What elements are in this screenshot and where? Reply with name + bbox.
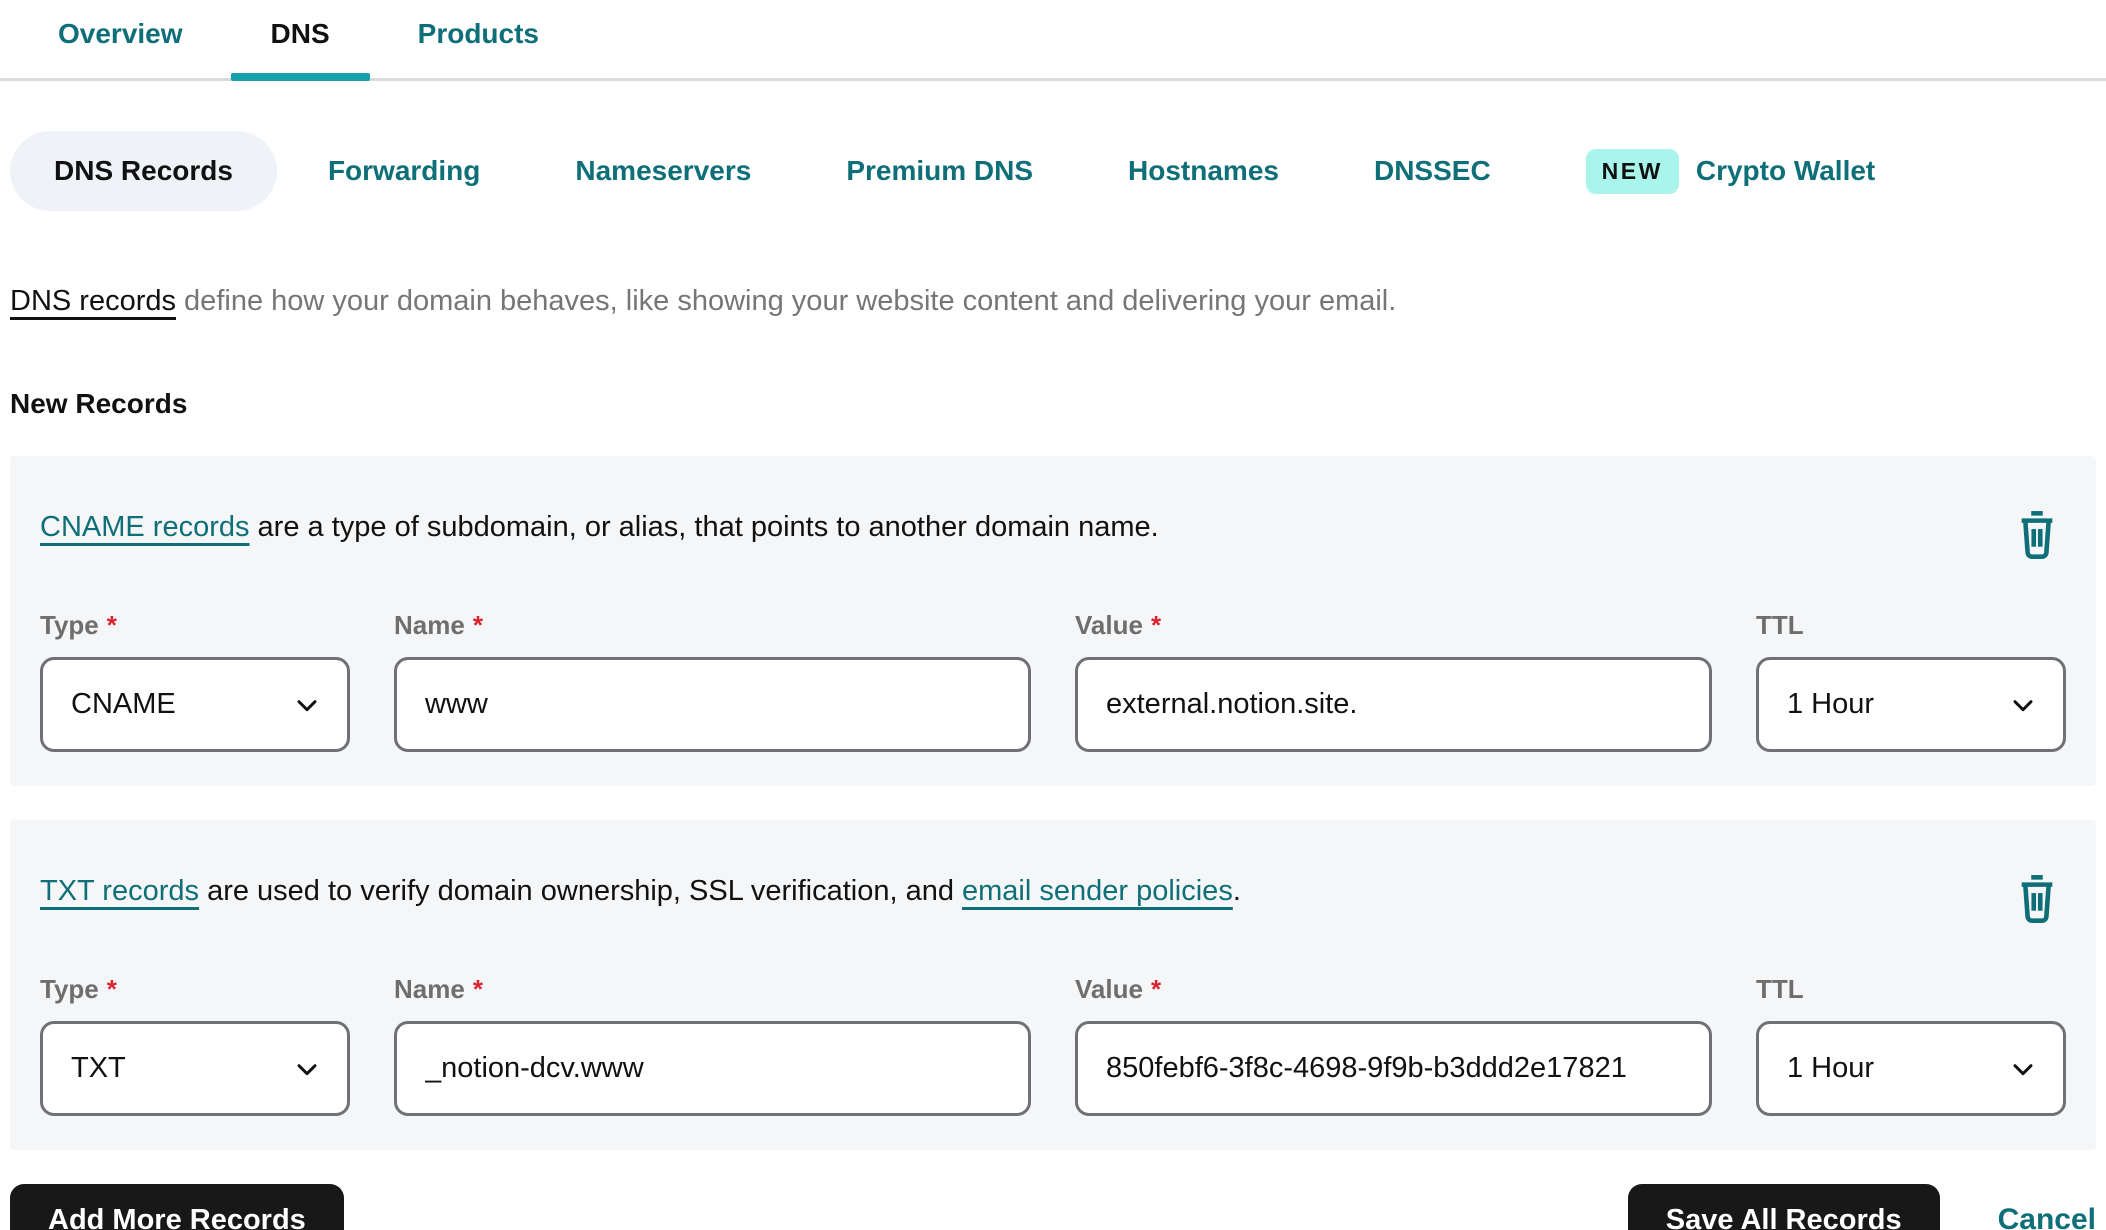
dns-intro-text: DNS records define how your domain behav… — [10, 285, 2106, 318]
chevron-down-icon — [2013, 699, 2033, 711]
cname-description: CNAME records are a type of subdomain, o… — [40, 506, 1159, 548]
type-select-value: CNAME — [71, 688, 176, 720]
chevron-down-icon — [2013, 1063, 2033, 1075]
subnav-item-nameservers[interactable]: Nameservers — [575, 155, 751, 187]
subnav-item-crypto-wallet[interactable]: NEW Crypto Wallet — [1585, 148, 1876, 194]
domain-tab-bar: Overview DNS Products — [0, 0, 2106, 81]
tab-overview[interactable]: Overview — [14, 0, 227, 78]
subnav-item-hostnames[interactable]: Hostnames — [1128, 155, 1279, 187]
cancel-button[interactable]: Cancel — [1998, 1203, 2096, 1230]
value-input[interactable] — [1075, 657, 1712, 752]
new-badge: NEW — [1585, 148, 1679, 194]
tab-products[interactable]: Products — [374, 0, 583, 78]
required-marker: * — [106, 610, 117, 640]
type-label: Type * — [40, 610, 117, 640]
ttl-select[interactable]: 1 Hour — [1756, 657, 2066, 752]
ttl-label: TTL — [1756, 610, 1804, 640]
form-actions: Add More Records Save All Records Cancel — [10, 1184, 2096, 1230]
subnav-item-dnssec[interactable]: DNSSEC — [1374, 155, 1491, 187]
record-card-txt: TXT records are used to verify domain ow… — [10, 820, 2096, 1150]
chevron-down-icon — [297, 699, 317, 711]
required-marker: * — [1150, 610, 1162, 640]
dns-subnav: DNS Records Forwarding Nameservers Premi… — [10, 131, 2106, 211]
subnav-item-premium-dns[interactable]: Premium DNS — [846, 155, 1033, 187]
add-more-records-button[interactable]: Add More Records — [10, 1184, 344, 1230]
required-marker: * — [1150, 974, 1162, 1004]
type-select-value: TXT — [71, 1052, 126, 1084]
ttl-select-value: 1 Hour — [1787, 688, 1875, 720]
type-select[interactable]: CNAME — [40, 657, 350, 752]
delete-record-button[interactable] — [2014, 872, 2060, 926]
trash-icon — [2021, 511, 2053, 559]
subnav-item-forwarding[interactable]: Forwarding — [328, 155, 480, 187]
ttl-select-value: 1 Hour — [1787, 1052, 1875, 1084]
value-input[interactable] — [1075, 1021, 1712, 1116]
email-sender-policies-link[interactable]: email sender policies — [962, 875, 1233, 907]
ttl-select[interactable]: 1 Hour — [1756, 1021, 2066, 1116]
name-label: Name * — [394, 610, 483, 640]
required-marker: * — [472, 974, 483, 1004]
name-input[interactable] — [394, 1021, 1031, 1116]
chevron-down-icon — [297, 1063, 317, 1075]
txt-description-text: are used to verify domain ownership, SSL… — [199, 875, 963, 907]
ttl-label: TTL — [1756, 974, 1804, 1004]
trash-icon — [2021, 875, 2053, 923]
cname-records-link[interactable]: CNAME records — [40, 511, 250, 543]
required-marker: * — [472, 610, 483, 640]
record-card-cname: CNAME records are a type of subdomain, o… — [10, 456, 2096, 786]
txt-description: TXT records are used to verify domain ow… — [40, 870, 1241, 912]
name-input[interactable] — [394, 657, 1031, 752]
save-all-records-button[interactable]: Save All Records — [1627, 1184, 1940, 1230]
delete-record-button[interactable] — [2014, 508, 2060, 562]
type-select[interactable]: TXT — [40, 1021, 350, 1116]
value-label: Value * — [1075, 974, 1162, 1004]
subnav-item-dns-records[interactable]: DNS Records — [10, 131, 277, 211]
value-label: Value * — [1075, 610, 1162, 640]
dns-records-help-link[interactable]: DNS records — [10, 285, 176, 317]
required-marker: * — [106, 974, 117, 1004]
dns-intro-rest: define how your domain behaves, like sho… — [176, 285, 1397, 317]
type-label: Type * — [40, 974, 117, 1004]
name-label: Name * — [394, 974, 483, 1004]
txt-description-period: . — [1232, 875, 1241, 907]
txt-records-link[interactable]: TXT records — [40, 875, 199, 907]
cname-description-text: are a type of subdomain, or alias, that … — [249, 511, 1159, 543]
new-records-heading: New Records — [10, 388, 188, 419]
tab-dns[interactable]: DNS — [227, 0, 374, 81]
subnav-item-crypto-wallet-label: Crypto Wallet — [1695, 155, 1876, 186]
